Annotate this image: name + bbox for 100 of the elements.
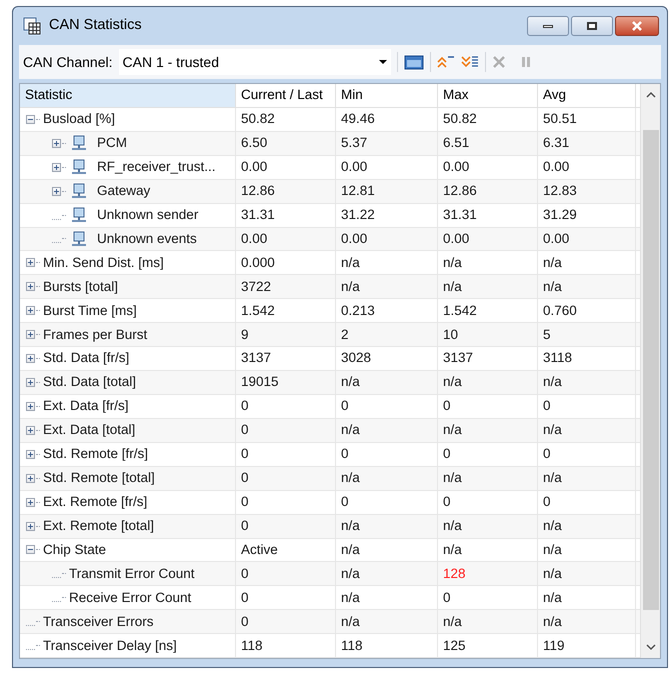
table-cell-text: 0 xyxy=(241,469,249,488)
table-cell-text: 50.82 xyxy=(443,110,477,128)
table-cell-text: 0 xyxy=(241,421,249,440)
table-cell-text: n/a xyxy=(341,469,360,488)
expand-toggle[interactable] xyxy=(26,306,35,316)
collapse-toggle[interactable] xyxy=(26,545,35,554)
statistic-name: PCM xyxy=(97,134,127,152)
table-cell-text: 12.86 xyxy=(241,182,275,200)
table-cell-text: 0 xyxy=(341,397,349,416)
statistic-name: Min. Send Dist. [ms] xyxy=(43,254,164,272)
statistic-name: Transmit Error Count xyxy=(69,564,195,583)
table-cell-text: 128 xyxy=(443,564,466,583)
table-cell-text: 0.00 xyxy=(341,158,368,176)
table-cell-text: n/a xyxy=(443,540,462,559)
table-cell-text: n/a xyxy=(443,373,462,392)
minimize-button[interactable] xyxy=(527,16,569,36)
table-cell-text: 31.31 xyxy=(443,206,477,224)
table-cell-text: 125 xyxy=(443,636,466,655)
statistic-name: Ext. Remote [fr/s] xyxy=(43,493,148,511)
scrollbar-thumb[interactable] xyxy=(642,130,658,610)
table-cell-text: 3118 xyxy=(543,349,572,368)
computer-icon xyxy=(71,135,87,152)
expand-toggle[interactable] xyxy=(26,330,35,340)
expand-toggle[interactable] xyxy=(26,378,35,388)
table-cell-text: 0 xyxy=(543,493,551,511)
statistic-name: Burst Time [ms] xyxy=(43,302,137,320)
close-button[interactable] xyxy=(615,16,659,36)
expand-all-icon[interactable] xyxy=(460,55,478,69)
table-cell-text: 31.22 xyxy=(341,206,375,224)
channel-label: CAN Channel: xyxy=(23,52,112,72)
statistic-name: Std. Remote [total] xyxy=(43,469,155,488)
expand-toggle[interactable] xyxy=(26,258,35,268)
table-cell-text: 0.00 xyxy=(543,230,570,248)
expand-toggle[interactable] xyxy=(26,450,35,459)
computer-icon xyxy=(71,183,87,200)
expand-toggle[interactable] xyxy=(26,522,35,531)
table-cell-text: n/a xyxy=(341,516,360,535)
table-cell-text: 50.82 xyxy=(241,110,275,128)
table-cell-text: 0 xyxy=(241,588,249,607)
table-cell-text: 50.51 xyxy=(543,110,577,128)
table-cell-text: 6.31 xyxy=(543,134,570,152)
table-cell-text: 0.00 xyxy=(241,230,268,248)
statistic-name: Gateway xyxy=(97,182,150,200)
table-cell-text: 31.29 xyxy=(543,206,577,224)
statistic-name: Bursts [total] xyxy=(43,278,118,296)
table-cell-text: n/a xyxy=(341,540,360,559)
table-cell-text: 0.213 xyxy=(341,302,375,320)
table-cell-text: n/a xyxy=(341,254,360,272)
expand-toggle[interactable] xyxy=(26,282,35,292)
table-cell-text: 10 xyxy=(443,326,458,344)
table-cell-text: 0 xyxy=(241,493,249,511)
table-cell-text: 0 xyxy=(443,397,451,416)
table-cell-text: 118 xyxy=(341,636,363,655)
table-cell-text: n/a xyxy=(443,254,462,272)
collapse-all-icon[interactable] xyxy=(436,55,454,69)
statistic-name: Std. Data [total] xyxy=(43,373,136,392)
table-cell-text: Active xyxy=(241,540,278,559)
close-icon xyxy=(631,21,643,31)
vertical-scrollbar[interactable] xyxy=(640,84,660,658)
table-cell-text: 0 xyxy=(341,445,349,464)
expand-toggle[interactable] xyxy=(26,498,35,507)
expand-toggle[interactable] xyxy=(26,474,35,483)
channel-dropdown[interactable]: CAN 1 - trusted xyxy=(118,49,390,75)
window-title: CAN Statistics xyxy=(49,16,142,36)
table-cell-text: n/a xyxy=(341,421,360,440)
table-cell-text: 49.46 xyxy=(341,110,375,128)
table-cell-text: n/a xyxy=(543,278,562,296)
table-cell-text: 1.542 xyxy=(443,302,477,320)
expand-toggle[interactable] xyxy=(52,186,61,196)
table-cell-text: n/a xyxy=(443,421,462,440)
table-cell-text: 0 xyxy=(241,564,249,583)
computer-icon xyxy=(71,159,87,176)
collapse-toggle[interactable] xyxy=(26,114,35,124)
table-cell-text: 0.760 xyxy=(543,302,577,320)
table-cell-text: 0 xyxy=(241,397,249,416)
column-header[interactable]: Statistic xyxy=(20,84,236,107)
table-cell-text: 0.00 xyxy=(543,158,570,176)
statistic-name: Ext. Data [fr/s] xyxy=(43,397,129,416)
expand-toggle[interactable] xyxy=(26,402,35,411)
table-cell-text: n/a xyxy=(443,469,462,488)
table-cell-text: 9 xyxy=(241,326,249,344)
statistic-name: Chip State xyxy=(43,540,106,559)
table-cell-text: 0 xyxy=(443,493,451,511)
expand-toggle[interactable] xyxy=(52,138,61,148)
table-cell-text: 6.50 xyxy=(241,134,268,152)
statistic-name: Transceiver Errors xyxy=(43,612,154,631)
expand-toggle[interactable] xyxy=(26,426,35,435)
table-cell-text: 0.000 xyxy=(241,254,275,272)
table-cell-text: n/a xyxy=(543,469,562,488)
expand-toggle[interactable] xyxy=(26,354,35,364)
table-cell-text: n/a xyxy=(543,421,562,440)
table-cell-text: n/a xyxy=(341,612,360,631)
table-cell-text: n/a xyxy=(341,373,360,392)
expand-toggle[interactable] xyxy=(52,162,61,172)
table-cell-text: n/a xyxy=(341,564,360,583)
table-cell-text: n/a xyxy=(543,612,562,631)
restore-button[interactable] xyxy=(571,16,613,36)
table-cell-text: 0 xyxy=(341,493,349,511)
table-cell-text: n/a xyxy=(543,373,562,392)
dropdown-caret-icon xyxy=(378,60,386,64)
